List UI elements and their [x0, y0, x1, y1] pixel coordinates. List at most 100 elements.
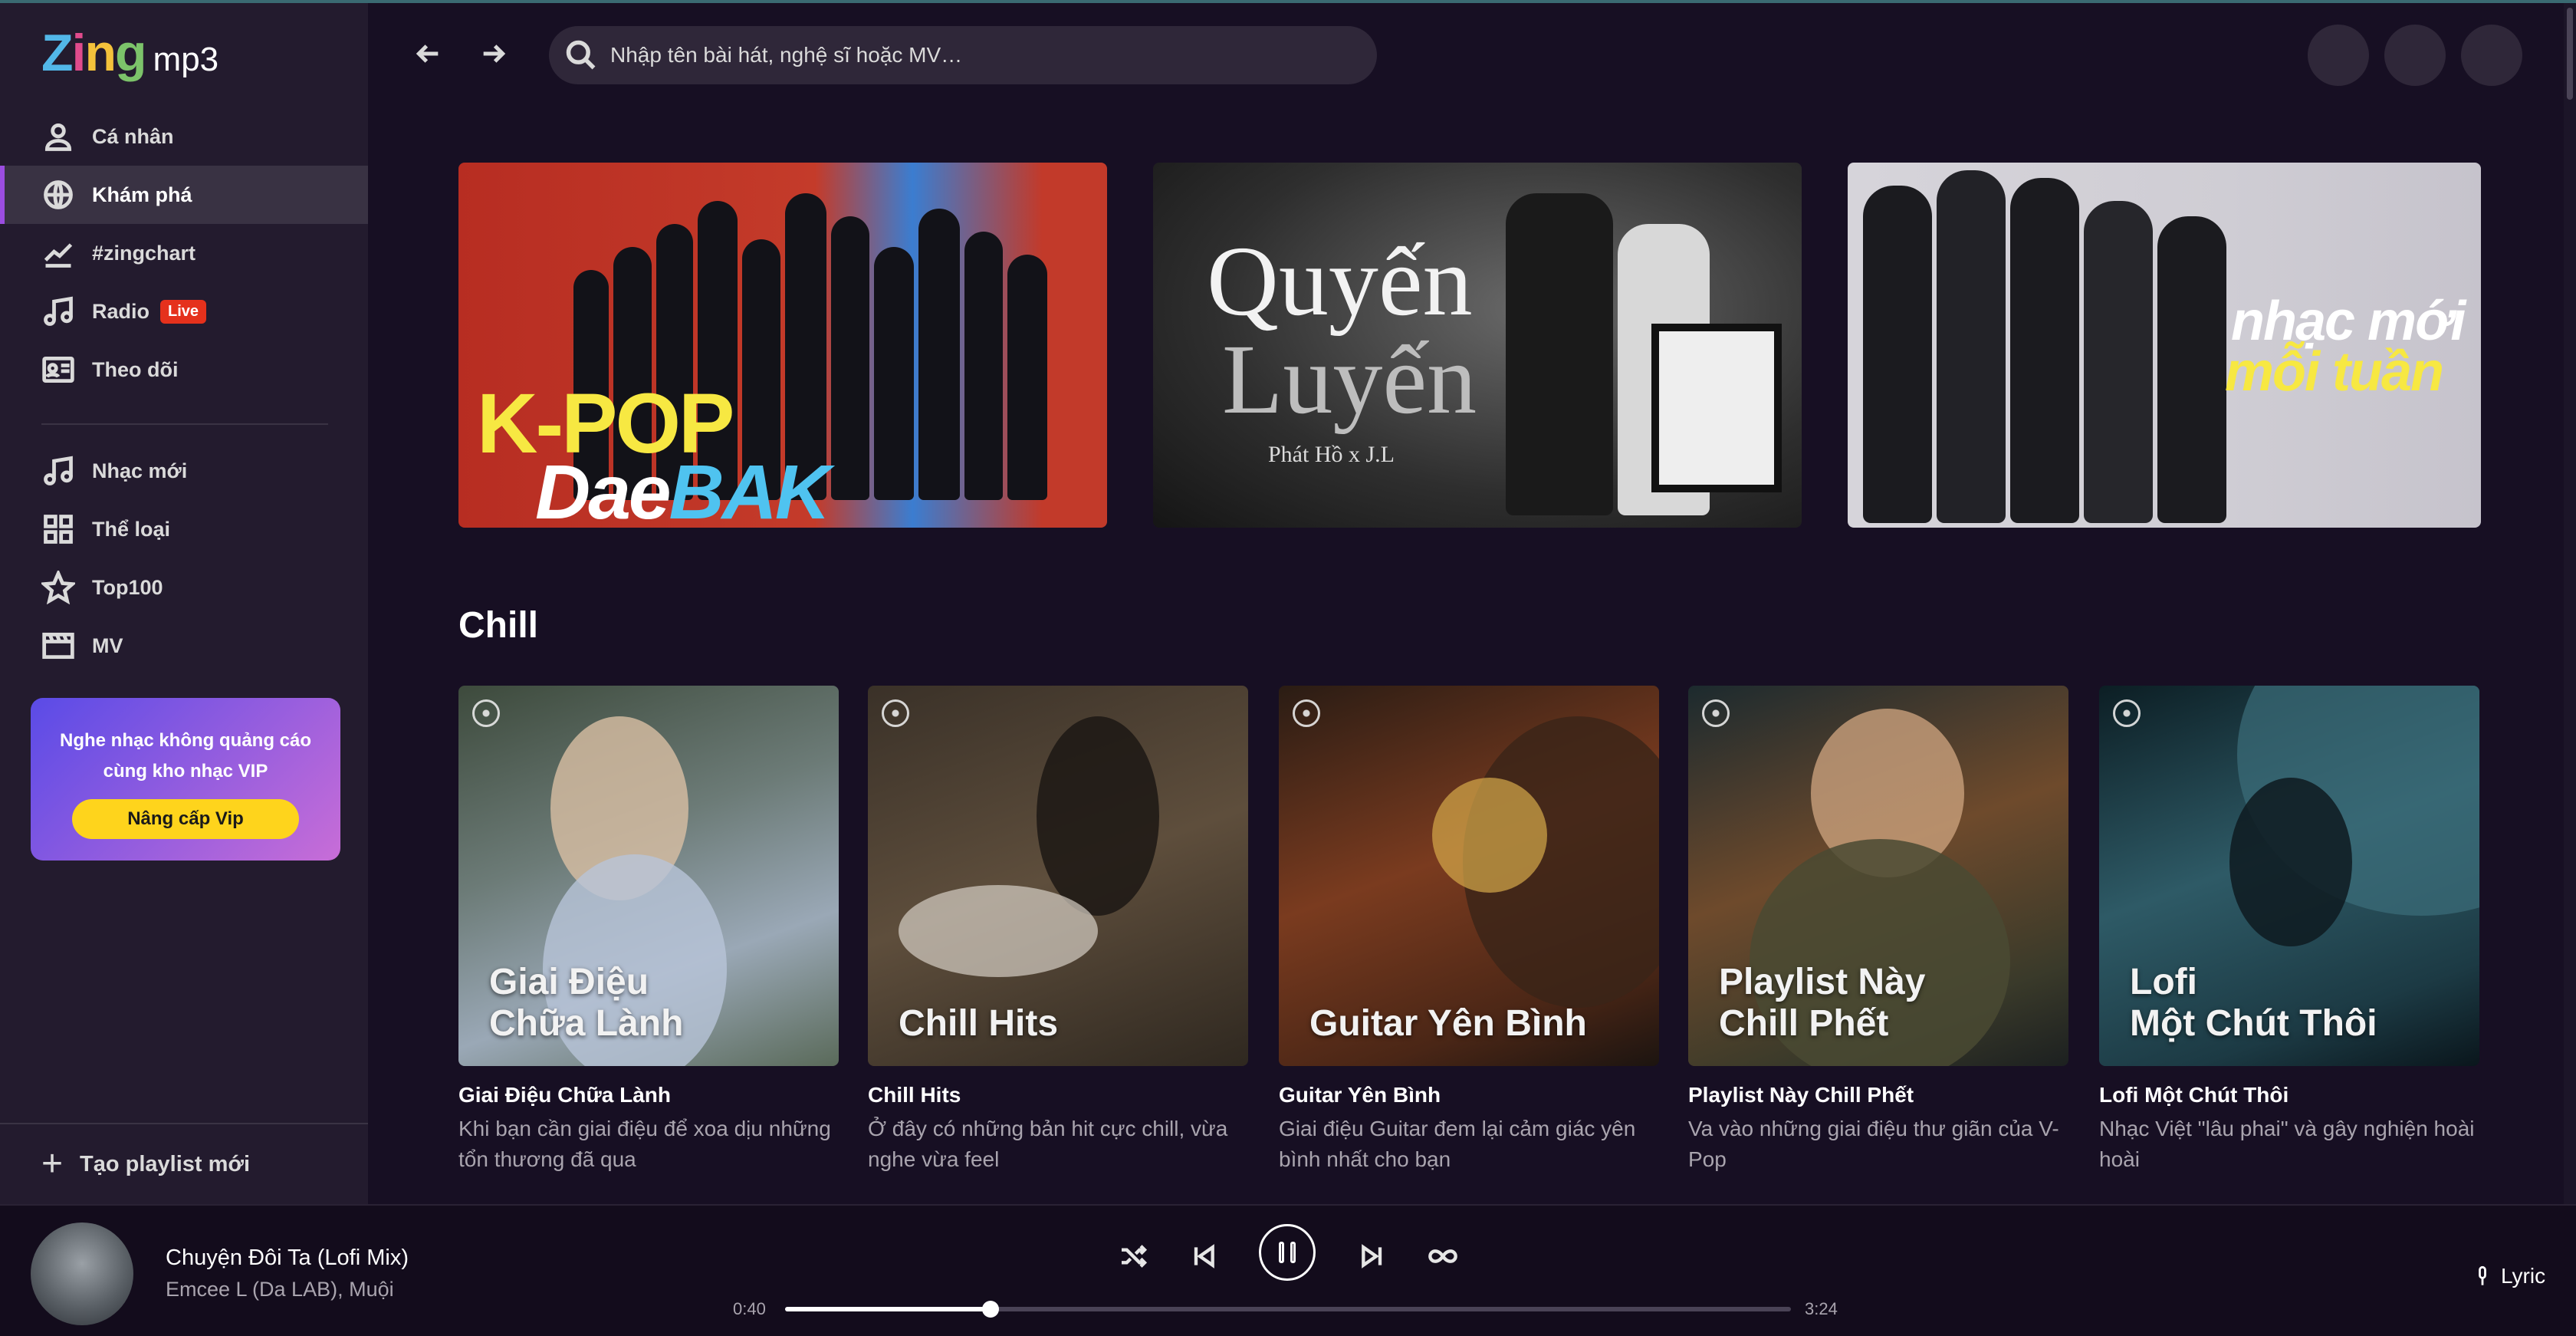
playlist-card[interactable]: Playlist Này Chill Phết Playlist Này Chil… [1688, 686, 2068, 1175]
star-icon [41, 571, 75, 604]
sidebar: Zing mp3 Cá nhân Khám phá #zingchart Rad… [0, 3, 368, 1204]
thumbnail-title: Lofi Một Chút Thôi [2130, 962, 2377, 1044]
progress-knob[interactable] [981, 1301, 999, 1318]
playlist-thumbnail[interactable]: Playlist Này Chill Phết [1688, 686, 2068, 1066]
shuffle-icon [1122, 1245, 1148, 1268]
upgrade-vip-button[interactable]: Nâng cấp Vip [72, 799, 299, 839]
playlist-description: Va vào những giai điệu thư giãn của V-Po… [1688, 1117, 2059, 1171]
playlist-name[interactable]: Lofi Một Chút Thôi [2099, 1083, 2479, 1107]
playlist-description: Giai điệu Guitar đem lại cảm giác yên bì… [1279, 1117, 1636, 1171]
thumbnail-title: Guitar Yên Bình [1309, 1003, 1587, 1044]
lyric-label: Lyric [2501, 1264, 2546, 1288]
playlist-card[interactable]: Giai Điệu Chữa Lành Giai Điệu Chữa Lành K… [458, 686, 839, 1175]
forward-button[interactable] [471, 31, 517, 77]
sidebar-item-label: Theo dõi [92, 357, 179, 381]
playlist-card[interactable]: Chill Hits Chill Hits Ở đây có những bản… [868, 686, 1248, 1175]
banner-kpop-daebak[interactable]: K-POP DaeBAK [458, 163, 1107, 528]
next-button[interactable] [1349, 1233, 1395, 1279]
vinyl-disc-icon [472, 699, 500, 727]
banner-picture-frame [1651, 324, 1782, 492]
player-bar: Chuyện Đôi Ta (Lofi Mix) Emcee L (Da LAB… [0, 1204, 2576, 1336]
music-note-icon [41, 295, 75, 328]
banner-quyen-luyen[interactable]: Quyến Luyến Phát Hồ x J.L [1153, 163, 1802, 528]
sidebar-item-label: MV [92, 633, 123, 657]
sidebar-item-zingchart[interactable]: #zingchart [0, 224, 368, 282]
live-badge: Live [160, 299, 207, 324]
playlist-name[interactable]: Chill Hits [868, 1083, 1248, 1107]
create-playlist-label: Tạo playlist mới [80, 1151, 251, 1176]
now-playing-title[interactable]: Chuyện Đôi Ta (Lofi Mix) [166, 1246, 409, 1271]
back-button[interactable] [405, 31, 451, 77]
sidebar-item-ca-nhan[interactable]: Cá nhân [0, 107, 368, 166]
sidebar-item-nhac-moi[interactable]: Nhạc mới [0, 442, 368, 500]
sidebar-item-theo-doi[interactable]: Theo dõi [0, 341, 368, 399]
sidebar-item-label: Thể loại [92, 517, 171, 541]
header-icon-button-1[interactable] [2308, 25, 2369, 86]
sidebar-secondary-nav: Nhạc mới Thể loại Top100 MV [0, 442, 368, 675]
vinyl-disc-icon [1293, 699, 1320, 727]
banner-artist-credit: Phát Hồ x J.L [1268, 442, 1395, 467]
main-scrollbar-thumb[interactable] [2567, 8, 2573, 100]
window-top-border [0, 0, 2576, 3]
search-bar[interactable] [549, 26, 1377, 84]
infinity-icon [1428, 1249, 1457, 1263]
thumbnail-title: Giai Điệu Chữa Lành [489, 962, 684, 1044]
sidebar-item-kham-pha[interactable]: Khám phá [0, 166, 368, 224]
banner-nhac-moi-moi-tuan[interactable]: nhạc mới mỗi tuần [1848, 163, 2481, 528]
sidebar-item-label: Top100 [92, 575, 163, 599]
thumbnail-title: Playlist Này Chill Phết [1719, 962, 1926, 1044]
playlist-card[interactable]: Guitar Yên Bình Guitar Yên Bình Giai điệ… [1279, 686, 1659, 1175]
music-note-icon [41, 454, 75, 488]
create-playlist-button[interactable]: + Tạo playlist mới [0, 1123, 368, 1204]
now-playing-cover[interactable] [31, 1222, 133, 1325]
pause-icon [1279, 1242, 1284, 1263]
playlist-description: Ở đây có những bản hit cực chill, vừa ng… [868, 1117, 1228, 1171]
app-logo[interactable]: Zing mp3 [41, 23, 219, 92]
playlist-thumbnail[interactable]: Giai Điệu Chữa Lành [458, 686, 839, 1066]
plus-icon: + [41, 1143, 64, 1184]
sidebar-item-top100[interactable]: Top100 [0, 558, 368, 617]
playlist-thumbnail[interactable]: Lofi Một Chút Thôi [2099, 686, 2479, 1066]
banner-luyen-title: Luyến [1222, 324, 1477, 435]
sidebar-item-mv[interactable]: MV [0, 617, 368, 675]
shuffle-button[interactable] [1110, 1233, 1156, 1279]
banner-group-photo [1863, 170, 2231, 523]
progress-fill [785, 1307, 991, 1311]
sidebar-item-label: Cá nhân [92, 124, 174, 148]
playlist-thumbnail[interactable]: Chill Hits [868, 686, 1248, 1066]
progress-bar[interactable] [785, 1301, 1791, 1318]
sidebar-item-radio[interactable]: Radio Live [0, 282, 368, 341]
id-card-icon [41, 353, 75, 387]
header-icon-button-2[interactable] [2384, 25, 2446, 86]
pause-button[interactable] [1259, 1224, 1316, 1281]
vinyl-disc-icon [1702, 699, 1730, 727]
user-icon [41, 120, 75, 153]
playlist-name[interactable]: Playlist Này Chill Phết [1688, 1083, 2068, 1107]
skip-previous-icon [1194, 1244, 1214, 1269]
vinyl-disc-icon [2113, 699, 2141, 727]
search-input[interactable] [610, 43, 1346, 67]
playlist-description: Nhạc Việt "lâu phai" và gây nghiện hoài … [2099, 1117, 2475, 1171]
vip-promo-card: Nghe nhạc không quảng cáo cùng kho nhạc … [31, 698, 340, 861]
playlist-thumbnail[interactable]: Guitar Yên Bình [1279, 686, 1659, 1066]
chart-line-icon [41, 236, 75, 270]
banner-moi-tuan-title: mỗi tuần [2225, 341, 2444, 403]
section-title-chill: Chill [458, 605, 538, 646]
sidebar-item-the-loai[interactable]: Thể loại [0, 500, 368, 558]
vip-promo-text: Nghe nhạc không quảng cáo cùng kho nhạc … [59, 730, 312, 782]
playlist-name[interactable]: Giai Điệu Chữa Lành [458, 1083, 839, 1107]
playlist-card[interactable]: Lofi Một Chút Thôi Lofi Một Chút Thôi Nhạ… [2099, 686, 2479, 1175]
header-avatar-button[interactable] [2461, 25, 2522, 86]
playlist-name[interactable]: Guitar Yên Bình [1279, 1083, 1659, 1107]
arrow-left-icon [416, 44, 439, 63]
previous-button[interactable] [1181, 1233, 1227, 1279]
lyric-button[interactable]: Lyric [2472, 1264, 2545, 1288]
repeat-button[interactable] [1420, 1233, 1466, 1279]
now-playing-artist[interactable]: Emcee L (Da LAB), Muội [166, 1278, 394, 1301]
thumbnail-title: Chill Hits [899, 1003, 1059, 1044]
main-scrollbar-track[interactable] [2564, 3, 2576, 1204]
film-icon [41, 629, 75, 663]
grid-icon [41, 512, 75, 546]
search-icon [566, 40, 596, 70]
sidebar-main-nav: Cá nhân Khám phá #zingchart Radio Live T… [0, 107, 368, 399]
